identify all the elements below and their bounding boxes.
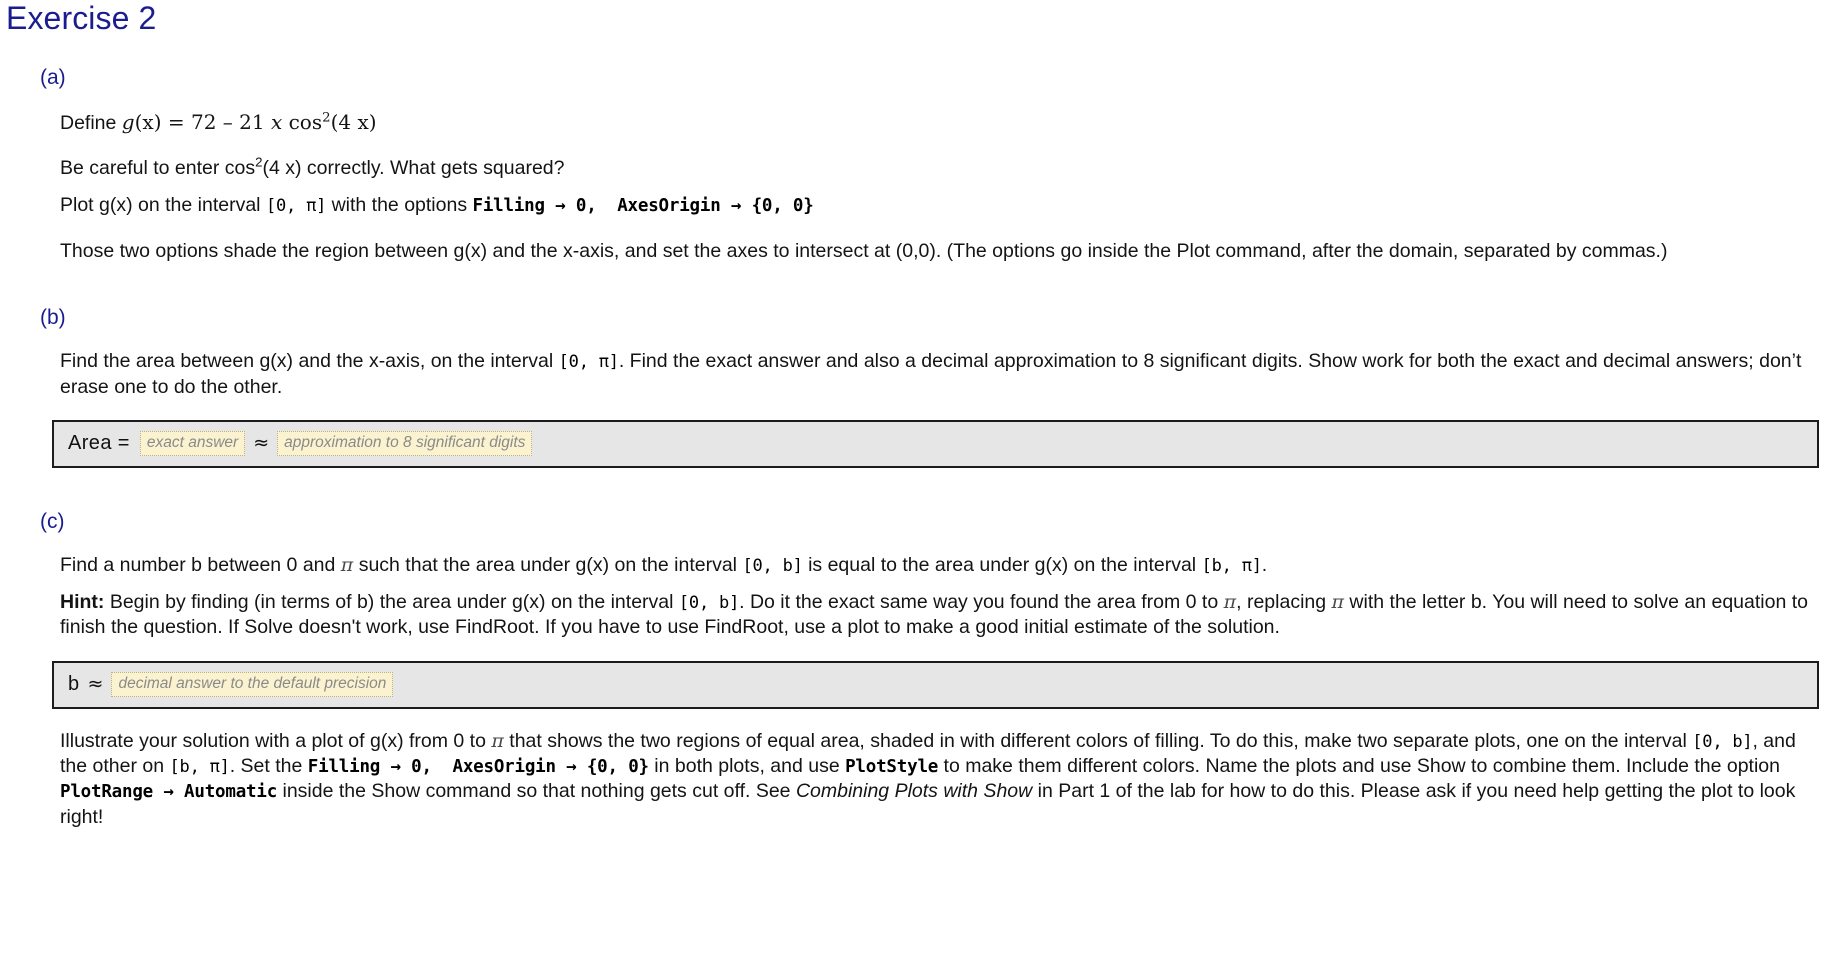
part-b-body: Find the area between g(x) and the x-axi…: [0, 349, 1833, 400]
define-g: g: [121, 109, 135, 134]
careful-line: Be careful to enter cos2(4 x) correctly.…: [60, 155, 1813, 181]
part-b-instructions: Find the area between g(x) and the x-axi…: [60, 349, 1813, 400]
b-answer-box[interactable]: b ≈ decimal answer to the default precis…: [52, 660, 1819, 709]
part-c-text-2: such that the area under g(x) on the int…: [353, 553, 743, 576]
page-title: Exercise 2: [6, 0, 157, 36]
b-approx-sign: ≈: [87, 673, 104, 696]
plot-code-axesorigin: AxesOrigin → {0, 0}: [617, 196, 814, 217]
part-label-a: (a): [40, 65, 66, 89]
illus-interval-bpi: [b, π]: [169, 756, 230, 777]
careful-text-1: Be careful to enter cos: [60, 157, 256, 180]
illus-reference-title: Combining Plots with Show: [795, 780, 1033, 803]
hint-text-2: . Do it the exact same way you found the…: [739, 591, 1224, 614]
part-c-hint: Hint: Begin by finding (in terms of b) t…: [60, 590, 1813, 641]
define-minus: –: [216, 109, 240, 134]
plot-text-1: Plot g(x) on the interval: [60, 194, 266, 217]
hint-pi-2: π: [1331, 591, 1345, 614]
careful-text-2: (4 x) correctly. What gets squared?: [262, 157, 565, 180]
area-label: Area =: [68, 431, 130, 454]
define-72: 72: [190, 109, 217, 134]
illus-text-6: to make them different colors. Name the …: [938, 754, 1780, 777]
part-c-text-3: is equal to the area under g(x) on the i…: [802, 553, 1202, 576]
define-equals: =: [161, 109, 191, 134]
plot-line: Plot g(x) on the interval [0, π] with th…: [60, 193, 1813, 218]
part-b-text-1: Find the area between g(x) and the x-axi…: [60, 350, 559, 373]
plot-text-2: with the options: [326, 194, 473, 217]
part-c-illustration: Illustrate your solution with a plot of …: [0, 729, 1833, 830]
define-21: 21: [239, 109, 265, 134]
illus-code-axesorigin: AxesOrigin → {0, 0}: [452, 756, 649, 777]
exercise-page: Exercise 2 (a) Define g(x) = 72 – 21 x c…: [0, 0, 1833, 970]
plot-code-filling: Filling → 0,: [472, 196, 597, 217]
part-c-text-1: Find a number b between 0 and: [60, 553, 341, 576]
area-answer-box[interactable]: Area = exact answer ≈ approximation to 8…: [52, 419, 1819, 468]
hint-text-1: Begin by finding (in terms of b) the are…: [104, 591, 679, 614]
define-x-arg: (x): [134, 109, 162, 134]
hint-interval-0b: [0, b]: [678, 593, 740, 614]
illus-interval-0b: [0, b]: [1692, 731, 1753, 752]
illus-text-2: that shows the two regions of equal area…: [503, 729, 1693, 752]
part-label-b: (b): [40, 306, 66, 330]
part-c-interval-bpi: [b, π]: [1201, 555, 1262, 576]
part-c-instructions: Find a number b between 0 and π such tha…: [60, 553, 1813, 578]
illus-text-5: in both plots, and use: [648, 754, 846, 777]
area-exact-answer-input[interactable]: exact answer: [139, 430, 246, 456]
hint-label: Hint:: [60, 591, 105, 614]
define-prefix: Define: [60, 111, 122, 134]
hint-pi-1: π: [1223, 591, 1237, 614]
hint-text-3: , replacing: [1236, 591, 1332, 614]
part-c-pi-1: π: [340, 553, 354, 576]
define-cos-argument: (4 x): [330, 109, 377, 134]
options-explanation: Those two options shade the region betwe…: [60, 239, 1668, 262]
part-c-interval-0b: [0, b]: [742, 555, 803, 576]
part-a-body: Define g(x) = 72 – 21 x cos2(4 x) Be car…: [0, 109, 1833, 264]
define-line: Define g(x) = 72 – 21 x cos2(4 x): [60, 109, 1813, 136]
illus-pi: π: [491, 729, 504, 752]
illus-code-plotstyle: PlotStyle: [845, 756, 939, 777]
illus-text-1: Illustrate your solution with a plot of …: [60, 729, 492, 752]
illus-code-plotrange: PlotRange → Automatic: [60, 782, 278, 803]
illus-text-4: . Set the: [229, 754, 308, 777]
part-c-body: Find a number b between 0 and π such tha…: [0, 553, 1833, 641]
part-label-c: (c): [40, 509, 65, 533]
b-decimal-answer-input[interactable]: decimal answer to the default precision: [111, 671, 394, 697]
part-b-interval-code: [0, π]: [558, 352, 619, 373]
plot-interval-code: [0, π]: [265, 196, 327, 217]
define-x-var: x: [264, 109, 289, 134]
part-c-text-4: .: [1261, 553, 1268, 576]
area-approx-answer-input[interactable]: approximation to 8 significant digits: [277, 430, 533, 456]
illustration-instructions: Illustrate your solution with a plot of …: [60, 729, 1813, 830]
area-approx-sign: ≈: [253, 432, 270, 455]
b-label: b: [68, 672, 80, 695]
illus-code-filling: Filling → 0,: [307, 756, 432, 777]
illus-text-7: inside the Show command so that nothing …: [277, 780, 796, 803]
define-cos: cos: [288, 109, 323, 134]
define-square-exponent: 2: [322, 110, 331, 126]
